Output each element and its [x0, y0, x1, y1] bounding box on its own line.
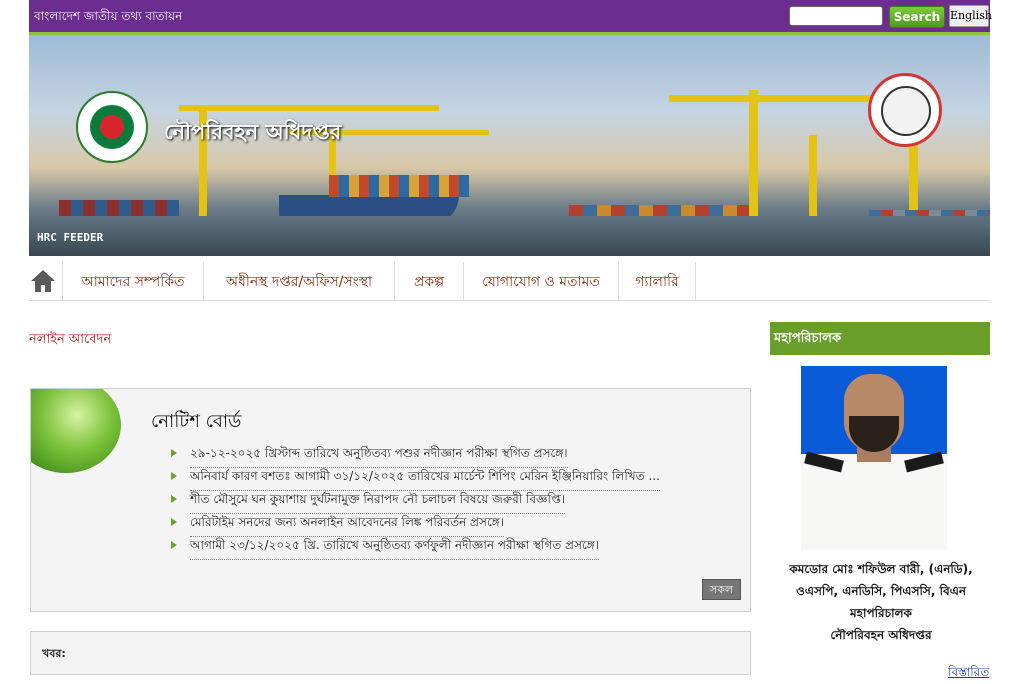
dg-designation: মহাপরিচালক — [850, 606, 912, 620]
ship-label: HRC FEEDER — [37, 231, 104, 244]
nav-item-subordinate-offices[interactable]: অধীনস্থ দপ্তর/অফিস/সংস্থা — [203, 262, 394, 300]
notice-board: নোটিশ বোর্ড ২৯-১২-২০২৫ খ্রিস্টাব্দ তারিখ… — [30, 388, 751, 612]
news-label: খবর: — [42, 647, 66, 660]
details-link[interactable]: বিস্তারিত — [948, 664, 989, 684]
water — [29, 216, 990, 256]
nav-item-about[interactable]: আমাদের সম্পর্কিত — [62, 262, 203, 300]
crane-graphic — [179, 105, 439, 111]
notice-list: ২৯-১২-২০২৫ খ্রিস্টাব্দ তারিখে অনুষ্ঠিতব্… — [171, 445, 681, 560]
bullet-icon — [171, 495, 177, 503]
online-application-link[interactable]: নলাইন আবেদন — [29, 330, 111, 351]
nav-item-gallery[interactable]: গ্যালারি — [618, 262, 696, 300]
globe-icon — [31, 389, 123, 477]
dg-name-line2: ওএসপি, এনডিসি, পিএসসি, বিএন — [796, 584, 966, 598]
header-banner: নৌপরিবহন অধিদপ্তর HRC FEEDER — [29, 35, 990, 256]
notice-item[interactable]: শীত মৌসুমে ঘন কুয়াশায় দুর্ঘটনামুক্ত নি… — [171, 491, 681, 514]
government-seal-icon — [76, 91, 148, 163]
notice-item[interactable]: আগামী ২৩/১২/২০২৫ খ্রি. তারিখে অনুষ্ঠিতব্… — [171, 537, 681, 560]
bullet-icon — [171, 472, 177, 480]
national-portal-link[interactable]: বাংলাদেশ জাতীয় তথ্য বাতায়ন — [34, 8, 182, 28]
notice-item[interactable]: মেরিটাইম সনদের জন্য অনলাইন আবেদনের লিঙ্ক… — [171, 514, 681, 537]
director-general-info: কমডোর মোঃ শফিউল বারী, (এনডি), ওএসপি, এনড… — [772, 558, 990, 646]
director-general-photo — [801, 366, 947, 550]
main-navigation: আমাদের সম্পর্কিত অধীনস্থ দপ্তর/অফিস/সংস্… — [29, 262, 990, 301]
all-notices-button[interactable]: সকল — [702, 579, 741, 600]
notice-item[interactable]: ২৯-১২-২০২৫ খ্রিস্টাব্দ তারিখে অনুষ্ঠিতব্… — [171, 445, 681, 468]
notice-board-title: নোটিশ বোর্ড — [151, 411, 242, 432]
container-stack — [329, 175, 469, 197]
nav-item-contact[interactable]: যোগাযোগ ও মতামত — [463, 262, 618, 300]
bullet-icon — [171, 518, 177, 526]
notice-item[interactable]: অনিবার্য কারণ বশতঃ আগামী ৩১/১২/২০২৫ তারি… — [171, 468, 681, 491]
home-icon[interactable] — [29, 268, 57, 294]
dg-name-line1: কমডোর মোঃ শফিউল বারী, (এনডি), — [789, 562, 973, 576]
director-general-header: মহাপরিচালক — [770, 322, 990, 355]
language-toggle-button[interactable]: English — [949, 5, 992, 27]
search-button[interactable]: Search — [889, 6, 945, 28]
dg-office: নৌপরিবহন অধিদপ্তর — [830, 628, 932, 642]
news-box: খবর: — [30, 631, 751, 675]
bullet-icon — [171, 449, 177, 457]
bullet-icon — [171, 541, 177, 549]
site-title: নৌপরিবহন অধিদপ্তর — [164, 120, 342, 144]
search-input[interactable] — [789, 6, 883, 26]
nav-item-projects[interactable]: প্রকল্প — [394, 262, 463, 300]
department-logo-icon — [868, 73, 942, 147]
top-bar: বাংলাদেশ জাতীয় তথ্য বাতায়ন Search Engl… — [29, 0, 992, 35]
